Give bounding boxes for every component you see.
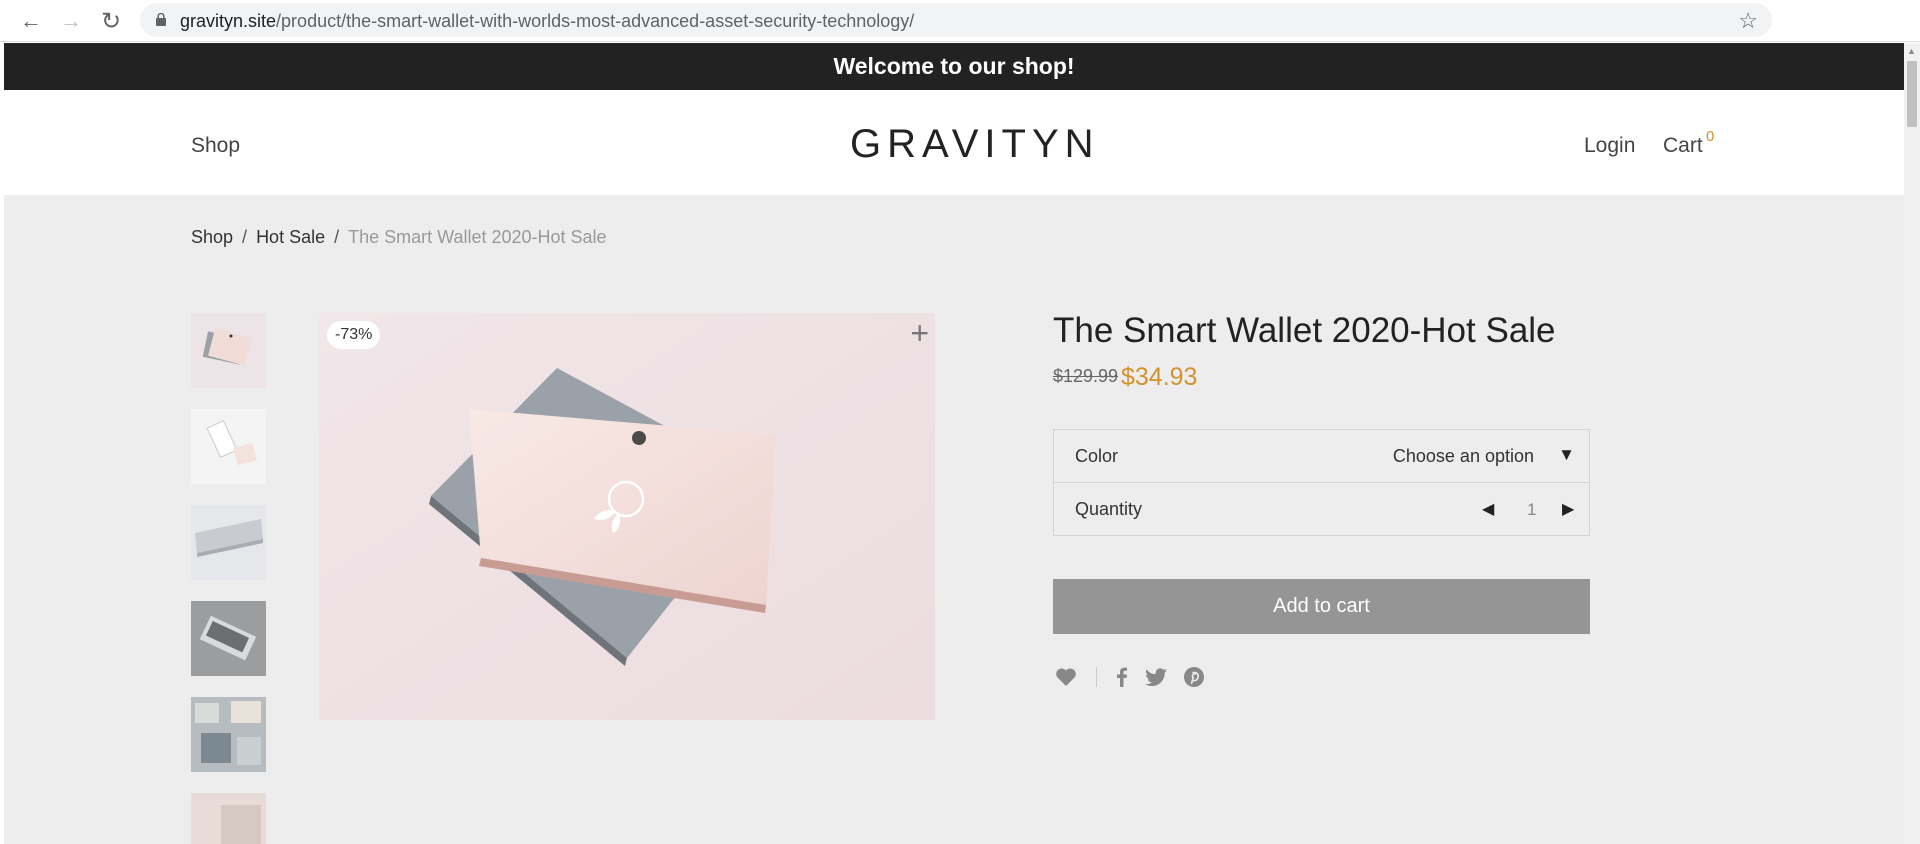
breadcrumb-hot-sale[interactable]: Hot Sale bbox=[256, 227, 325, 247]
decrement-icon[interactable]: ◀ bbox=[1482, 499, 1494, 519]
nav-login-link[interactable]: Login bbox=[1584, 134, 1635, 158]
product-thumbnail[interactable] bbox=[191, 409, 266, 484]
zoom-plus-icon[interactable]: + bbox=[910, 315, 929, 352]
reload-icon[interactable]: ↻ bbox=[96, 6, 126, 36]
divider bbox=[1096, 667, 1097, 687]
page: Welcome to our shop! Shop GRAVITYN Login… bbox=[4, 43, 1904, 844]
site-header: Shop GRAVITYN Login Cart 0 bbox=[4, 90, 1904, 195]
breadcrumb-separator: / bbox=[242, 227, 248, 247]
twitter-icon[interactable] bbox=[1144, 665, 1168, 689]
star-icon[interactable]: ☆ bbox=[1738, 8, 1758, 34]
scroll-up-icon[interactable]: ▲ bbox=[1907, 46, 1916, 56]
product-thumbnail[interactable] bbox=[191, 505, 266, 580]
product-thumbnail[interactable] bbox=[191, 793, 266, 844]
pinterest-icon[interactable] bbox=[1182, 665, 1206, 689]
breadcrumb-separator: / bbox=[334, 227, 340, 247]
back-icon[interactable]: ← bbox=[16, 6, 46, 36]
browser-toolbar: ← → ↻ gravityn.site/product/the-smart-wa… bbox=[0, 0, 1920, 42]
color-value[interactable]: Choose an option bbox=[1393, 446, 1534, 467]
heart-icon[interactable] bbox=[1054, 665, 1078, 689]
caret-down-icon[interactable]: ▼ bbox=[1558, 445, 1575, 465]
url-text: gravityn.site/product/the-smart-wallet-w… bbox=[180, 11, 915, 31]
scrollbar[interactable]: ▲ bbox=[1904, 43, 1920, 844]
nav-cart-link[interactable]: Cart bbox=[1663, 134, 1703, 158]
site-logo[interactable]: GRAVITYN bbox=[850, 122, 1100, 167]
product-main-image[interactable]: -73% + bbox=[319, 313, 935, 720]
discount-badge: -73% bbox=[327, 321, 381, 349]
product-thumbnail[interactable] bbox=[191, 601, 266, 676]
color-select[interactable]: Color Choose an option ▼ bbox=[1053, 429, 1590, 483]
color-label: Color bbox=[1075, 446, 1119, 466]
product-title: The Smart Wallet 2020-Hot Sale bbox=[1053, 311, 1556, 350]
lock-icon bbox=[156, 13, 166, 26]
price-original: $129.99 bbox=[1053, 366, 1119, 386]
forward-icon[interactable]: → bbox=[56, 6, 86, 36]
product-thumbnail[interactable] bbox=[191, 313, 266, 388]
increment-icon[interactable]: ▶ bbox=[1562, 499, 1574, 519]
add-to-cart-button[interactable]: Add to cart bbox=[1053, 579, 1590, 634]
quantity-label: Quantity bbox=[1075, 499, 1143, 519]
welcome-banner: Welcome to our shop! bbox=[4, 43, 1904, 90]
facebook-icon[interactable] bbox=[1110, 665, 1134, 689]
breadcrumb-current: The Smart Wallet 2020-Hot Sale bbox=[348, 227, 607, 247]
product-photo bbox=[319, 313, 935, 720]
cart-count-badge: 0 bbox=[1706, 128, 1715, 145]
nav-shop-link[interactable]: Shop bbox=[191, 134, 240, 158]
product-thumbnail[interactable] bbox=[191, 697, 266, 772]
breadcrumb: Shop / Hot Sale / The Smart Wallet 2020-Hot … bbox=[191, 227, 607, 248]
price-sale: $34.93 bbox=[1121, 363, 1198, 391]
address-bar[interactable]: gravityn.site/product/the-smart-wallet-w… bbox=[140, 3, 1772, 37]
quantity-value[interactable]: 1 bbox=[1527, 500, 1536, 520]
scrollbar-thumb[interactable] bbox=[1907, 61, 1917, 127]
quantity-stepper[interactable]: Quantity ◀ 1 ▶ bbox=[1053, 482, 1590, 536]
breadcrumb-shop[interactable]: Shop bbox=[191, 227, 233, 247]
